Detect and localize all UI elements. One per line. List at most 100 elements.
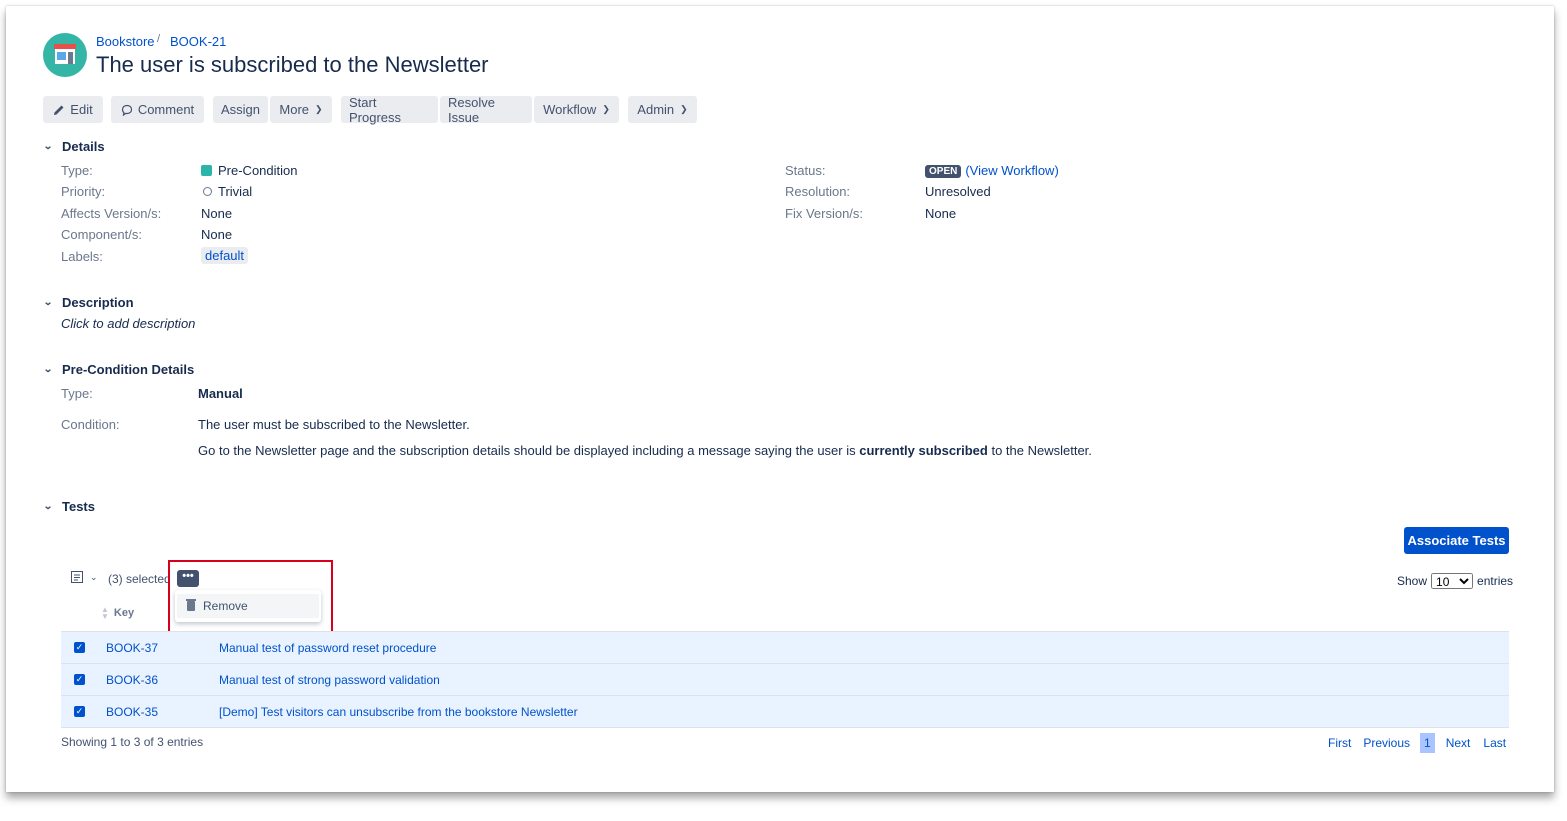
breadcrumb-project[interactable]: Bookstore xyxy=(96,34,155,49)
row-checkbox[interactable]: ✓ xyxy=(74,706,85,717)
tests-section-toggle[interactable]: ⌄ Tests xyxy=(43,499,95,514)
associate-tests-button[interactable]: Associate Tests xyxy=(1404,527,1509,554)
label-tag-default[interactable]: default xyxy=(201,247,249,264)
collapse-icon: ⌄ xyxy=(43,501,54,512)
more-button[interactable]: More ❯ xyxy=(270,96,332,123)
precondition-type-value: Manual xyxy=(198,386,243,401)
selected-count: (3) selected xyxy=(108,572,171,586)
affects-versions-value: None xyxy=(201,206,233,221)
last-page-link[interactable]: Last xyxy=(1483,736,1506,750)
precondition-type-label: Type: xyxy=(61,386,93,401)
comment-button[interactable]: Comment xyxy=(111,96,204,123)
description-heading: Description xyxy=(62,295,134,310)
chevron-down-icon: ❯ xyxy=(315,104,323,114)
issue-title: The user is subscribed to the Newsletter xyxy=(96,52,489,77)
components-value: None xyxy=(201,227,233,242)
labels-label: Labels: xyxy=(61,249,103,264)
store-icon xyxy=(54,44,76,64)
details-heading: Details xyxy=(62,139,105,154)
row-checkbox[interactable]: ✓ xyxy=(74,674,85,685)
test-summary-link[interactable]: [Demo] Test visitors can unsubscribe fro… xyxy=(219,705,578,719)
key-column-header[interactable]: ▲ ▼ Key xyxy=(101,605,135,621)
highlight-box xyxy=(168,560,333,635)
test-summary-link[interactable]: Manual test of strong password validatio… xyxy=(219,673,440,687)
fix-versions-label: Fix Version/s: xyxy=(785,206,864,221)
row-checkbox[interactable]: ✓ xyxy=(74,642,85,653)
first-page-link[interactable]: First xyxy=(1328,736,1351,750)
condition-line-1: The user must be subscribed to the Newsl… xyxy=(198,417,470,432)
condition-line-2: Go to the Newsletter page and the subscr… xyxy=(198,443,1092,458)
details-section-toggle[interactable]: ⌄ Details xyxy=(43,139,105,154)
test-key-link[interactable]: BOOK-35 xyxy=(106,705,158,719)
status-value: OPEN (View Workflow) xyxy=(925,163,1059,178)
priority-label: Priority: xyxy=(61,184,106,199)
next-page-link[interactable]: Next xyxy=(1446,736,1471,750)
pre-condition-icon xyxy=(201,165,212,176)
edit-label: Edit xyxy=(70,102,93,117)
description-placeholder[interactable]: Click to add description xyxy=(61,316,195,331)
start-progress-button[interactable]: Start Progress xyxy=(341,95,438,125)
entries-label: entries xyxy=(1477,574,1514,588)
chevron-down-icon: ❯ xyxy=(602,104,610,114)
breadcrumb-separator: / xyxy=(157,33,161,45)
condition-line-2-text: Go to the Newsletter page and the subscr… xyxy=(198,443,860,458)
breadcrumb-issue-key[interactable]: BOOK-21 xyxy=(170,34,226,49)
type-value: Pre-Condition xyxy=(201,163,298,178)
test-key-link[interactable]: BOOK-36 xyxy=(106,673,158,687)
status-lozenge: OPEN xyxy=(925,165,962,178)
affects-versions-label: Affects Version/s: xyxy=(61,206,162,221)
collapse-icon: ⌄ xyxy=(43,141,54,152)
precondition-heading: Pre-Condition Details xyxy=(62,362,195,377)
resolution-label: Resolution: xyxy=(785,184,851,199)
description-section-toggle[interactable]: ⌄ Description xyxy=(43,295,134,310)
workflow-button[interactable]: Workflow ❯ xyxy=(534,96,619,123)
showing-entries-info: Showing 1 to 3 of 3 entries xyxy=(61,735,204,749)
page-length-select[interactable]: 10 xyxy=(1431,573,1474,589)
admin-button[interactable]: Admin ❯ xyxy=(628,96,697,123)
condition-label: Condition: xyxy=(61,417,120,432)
pencil-icon xyxy=(54,105,64,115)
tests-heading: Tests xyxy=(62,499,95,514)
project-avatar[interactable] xyxy=(43,33,87,77)
column-chooser[interactable]: ⌄ xyxy=(71,571,98,584)
status-label: Status: xyxy=(785,163,826,178)
priority-value-text: Trivial xyxy=(218,184,253,199)
tests-table: ✓ BOOK-37 Manual test of password reset … xyxy=(61,631,1509,728)
collapse-icon: ⌄ xyxy=(43,364,54,375)
type-value-text: Pre-Condition xyxy=(218,163,298,178)
pagination: First Previous 1 Next Last xyxy=(1328,733,1506,753)
resolve-issue-button[interactable]: Resolve Issue xyxy=(440,95,532,125)
comment-icon xyxy=(121,104,132,116)
sort-icon: ▲ ▼ xyxy=(101,605,109,621)
components-label: Component/s: xyxy=(61,227,142,242)
current-page[interactable]: 1 xyxy=(1420,733,1435,753)
priority-value: Trivial xyxy=(203,184,252,199)
condition-line-2-end: to the Newsletter. xyxy=(987,443,1092,458)
test-summary-link[interactable]: Manual test of password reset procedure xyxy=(219,641,436,655)
resolution-value: Unresolved xyxy=(925,184,991,199)
key-header-label: Key xyxy=(113,607,135,619)
condition-line-2-bold: currently subscribed xyxy=(859,443,988,458)
table-row[interactable]: ✓ BOOK-36 Manual test of strong password… xyxy=(61,663,1509,695)
admin-label: Admin xyxy=(637,102,675,117)
trivial-priority-icon xyxy=(203,187,212,196)
table-row[interactable]: ✓ BOOK-37 Manual test of password reset … xyxy=(61,631,1509,663)
edit-button[interactable]: Edit xyxy=(43,96,103,123)
chevron-down-icon: ❯ xyxy=(680,104,688,114)
table-row[interactable]: ✓ BOOK-35 [Demo] Test visitors can unsub… xyxy=(61,695,1509,728)
precondition-section-toggle[interactable]: ⌄ Pre-Condition Details xyxy=(43,362,195,377)
chevron-down-icon: ⌄ xyxy=(90,572,98,582)
page-length-control: Show 10 entries xyxy=(1397,573,1513,589)
more-label: More xyxy=(279,102,310,117)
show-label: Show xyxy=(1397,574,1428,588)
workflow-label: Workflow xyxy=(543,102,597,117)
assign-button[interactable]: Assign xyxy=(213,96,268,123)
collapse-icon: ⌄ xyxy=(43,297,54,308)
previous-page-link[interactable]: Previous xyxy=(1363,736,1410,750)
view-workflow-link[interactable]: (View Workflow) xyxy=(965,163,1058,178)
fix-versions-value: None xyxy=(925,206,957,221)
test-key-link[interactable]: BOOK-37 xyxy=(106,641,158,655)
type-label: Type: xyxy=(61,163,93,178)
comment-label: Comment xyxy=(137,102,195,117)
list-settings-icon xyxy=(71,571,83,583)
